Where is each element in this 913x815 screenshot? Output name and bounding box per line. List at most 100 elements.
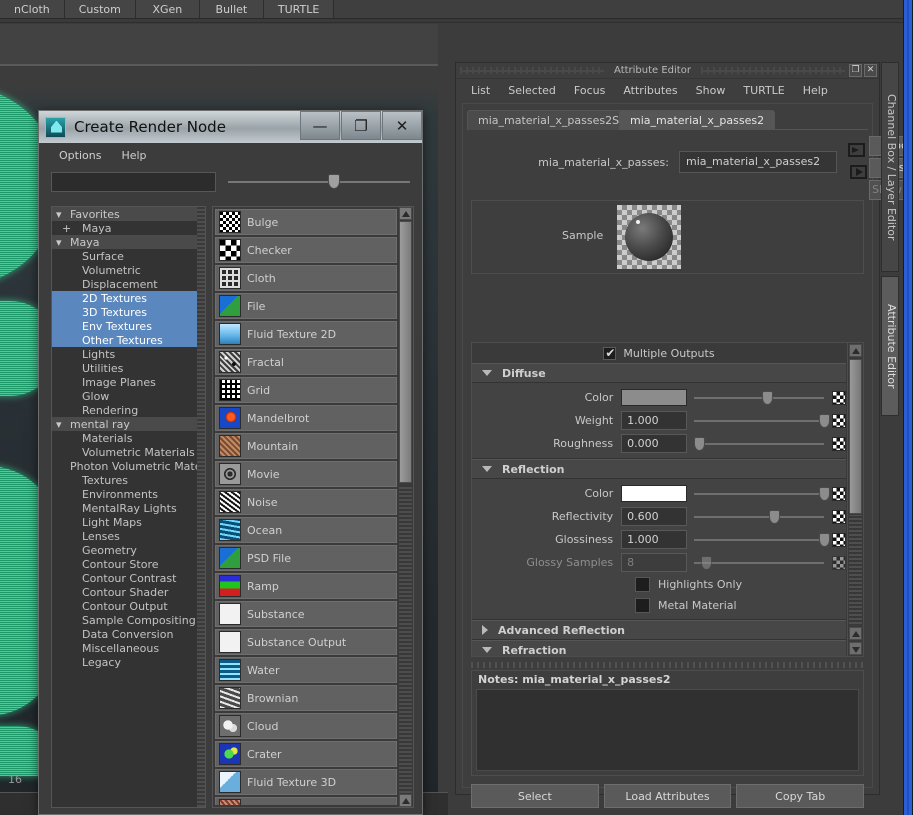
tree-item-volumetric-materials[interactable]: Volumetric Materials — [52, 445, 205, 459]
restore-icon[interactable]: ❐ — [849, 64, 862, 77]
tree-item-volumetric[interactable]: Volumetric — [52, 263, 205, 277]
render-node-category-tree[interactable]: ▾ Favorites + Maya ▾ Maya Surface Volumetric Dis… — [51, 206, 206, 808]
render-node-item-fractal[interactable]: Fractal — [215, 349, 397, 375]
tree-item-lights[interactable]: Lights — [52, 347, 205, 361]
minimize-icon[interactable]: — — [300, 111, 340, 140]
section-header-reflection[interactable]: Reflection — [472, 459, 846, 479]
attribute-value-field[interactable]: 1.000 — [621, 530, 687, 549]
attribute-value-field[interactable]: 0.600 — [621, 507, 687, 526]
render-node-item-bulge[interactable]: Bulge — [215, 209, 397, 235]
map-texture-icon[interactable] — [832, 509, 846, 524]
load-attributes-button[interactable]: Load Attributes — [603, 784, 732, 808]
tree-item-sample-compositing[interactable]: Sample Compositing — [52, 613, 205, 627]
material-sample-preview[interactable] — [617, 205, 681, 269]
node-list-scroll-down-icon[interactable] — [399, 794, 412, 807]
checkbox[interactable] — [635, 577, 650, 592]
tree-item-mentalray-lights[interactable]: MentalRay Lights — [52, 501, 205, 515]
close-icon[interactable]: ✕ — [382, 111, 422, 140]
attribute-slider[interactable] — [693, 507, 825, 526]
render-node-item-cloth[interactable]: Cloth — [215, 265, 397, 291]
multiple-outputs-checkbox[interactable] — [603, 346, 617, 360]
tree-item-textures[interactable]: Textures — [52, 473, 205, 487]
attribute-slider[interactable] — [693, 530, 830, 549]
tree-item-glow[interactable]: Glow — [52, 389, 205, 403]
tree-item-contour-output[interactable]: Contour Output — [52, 599, 205, 613]
crn-menu-help[interactable]: Help — [111, 147, 156, 164]
map-texture-icon[interactable] — [832, 436, 846, 451]
shelf-tab-bullet[interactable]: Bullet — [199, 0, 264, 18]
render-node-item-mountain[interactable]: Mountain — [215, 433, 397, 459]
drag-grip-left[interactable] — [460, 67, 605, 74]
search-input[interactable] — [51, 172, 216, 192]
create-render-node-titlebar[interactable]: Create Render Node — ❐ ✕ — [39, 111, 422, 143]
ae-menu-list[interactable]: List — [462, 82, 499, 99]
input-connection-icon[interactable] — [847, 142, 867, 158]
map-texture-icon[interactable] — [832, 532, 846, 547]
attribute-slider[interactable] — [693, 484, 830, 503]
render-node-item-psd-file[interactable]: PSD File — [215, 545, 397, 571]
scroll-trough[interactable] — [849, 515, 862, 624]
ae-menu-turtle[interactable]: TURTLE — [734, 82, 793, 99]
attribute-editor-titlebar[interactable]: Attribute Editor ❐ ✕ — [456, 63, 879, 79]
render-node-item-substance[interactable]: Substance — [215, 601, 397, 627]
tree-item-geometry[interactable]: Geometry — [52, 543, 205, 557]
checkbox[interactable] — [635, 598, 650, 613]
tree-item-materials[interactable]: Materials — [52, 431, 205, 445]
tree-item-2d-textures[interactable]: 2D Textures — [52, 291, 205, 305]
ae-menu-selected[interactable]: Selected — [499, 82, 565, 99]
render-node-item-fluid-texture-3d[interactable]: Fluid Texture 3D — [215, 769, 397, 795]
tree-item-utilities[interactable]: Utilities — [52, 361, 205, 375]
tree-item-contour-shader[interactable]: Contour Shader — [52, 585, 205, 599]
render-node-item-ramp[interactable]: Ramp — [215, 573, 397, 599]
output-connection-icon[interactable] — [849, 164, 869, 180]
tree-item-other-textures[interactable]: Other Textures — [52, 333, 205, 347]
crn-menu-options[interactable]: Options — [49, 147, 111, 164]
render-node-item-ocean[interactable]: Ocean — [215, 517, 397, 543]
notes-resize-grip[interactable] — [471, 662, 864, 668]
render-node-item-mandelbrot[interactable]: Mandelbrot — [215, 405, 397, 431]
render-node-item-file[interactable]: File — [215, 293, 397, 319]
tree-item-lenses[interactable]: Lenses — [52, 529, 205, 543]
tree-item-photon-volumetric-materi[interactable]: Photon Volumetric Materi... — [52, 459, 205, 473]
render-node-item-movie[interactable]: Movie — [215, 461, 397, 487]
copy-tab-button[interactable]: Copy Tab — [736, 784, 865, 808]
render-node-item-noise[interactable]: Noise — [215, 489, 397, 515]
section-header-diffuse[interactable]: Diffuse — [472, 363, 846, 383]
tab-mia-material-x-passes2sg[interactable]: mia_material_x_passes2SG — [467, 110, 639, 130]
render-node-item-fluid-texture-2d[interactable]: Fluid Texture 2D — [215, 321, 397, 347]
render-node-item-water[interactable]: Water — [215, 657, 397, 683]
tree-item-displacement[interactable]: Displacement — [52, 277, 205, 291]
attribute-vertical-scrollbar[interactable] — [847, 343, 863, 656]
node-list-scroll-thumb[interactable] — [399, 221, 412, 483]
color-swatch[interactable] — [621, 485, 687, 502]
map-texture-icon[interactable] — [832, 390, 846, 405]
tree-scrollbar[interactable] — [197, 207, 205, 807]
attribute-slider[interactable] — [693, 553, 825, 572]
section-header-advanced-reflection[interactable]: Advanced Reflection — [472, 620, 846, 640]
tab-mia-material-x-passes2[interactable]: mia_material_x_passes2 — [619, 110, 776, 130]
tree-item-data-conversion[interactable]: Data Conversion — [52, 627, 205, 641]
tree-item-rendering[interactable]: Rendering — [52, 403, 205, 417]
side-tab-channel-box-layer-editor[interactable]: Channel Box / Layer Editor — [881, 62, 899, 272]
attribute-value-field[interactable]: 0.000 — [621, 434, 687, 453]
map-texture-icon[interactable] — [832, 413, 846, 428]
node-list-scrollbar[interactable] — [399, 207, 413, 807]
node-name-input[interactable]: mia_material_x_passes2 — [679, 151, 837, 173]
attribute-slider[interactable] — [693, 411, 830, 430]
tree-item-contour-store[interactable]: Contour Store — [52, 557, 205, 571]
shelf-tab-turtle[interactable]: TURTLE — [263, 0, 335, 18]
tree-item-environments[interactable]: Environments — [52, 487, 205, 501]
tree-item-surface[interactable]: Surface — [52, 249, 205, 263]
map-texture-icon[interactable] — [832, 555, 846, 570]
tree-item-mental-ray[interactable]: ▾ mental ray — [52, 417, 205, 431]
ae-menu-attributes[interactable]: Attributes — [614, 82, 686, 99]
color-swatch[interactable] — [621, 389, 687, 406]
tree-item-favorites[interactable]: ▾ Favorites — [52, 207, 205, 221]
scroll-up-icon[interactable] — [849, 344, 862, 357]
tree-item-light-maps[interactable]: Light Maps — [52, 515, 205, 529]
render-node-item-checker[interactable]: Checker — [215, 237, 397, 263]
node-list-scroll-up-icon[interactable] — [399, 207, 412, 220]
section-header-refraction[interactable]: Refraction — [472, 640, 846, 656]
render-node-item-crater[interactable]: Crater — [215, 741, 397, 767]
tree-item-maya[interactable]: ▾ Maya — [52, 235, 205, 249]
